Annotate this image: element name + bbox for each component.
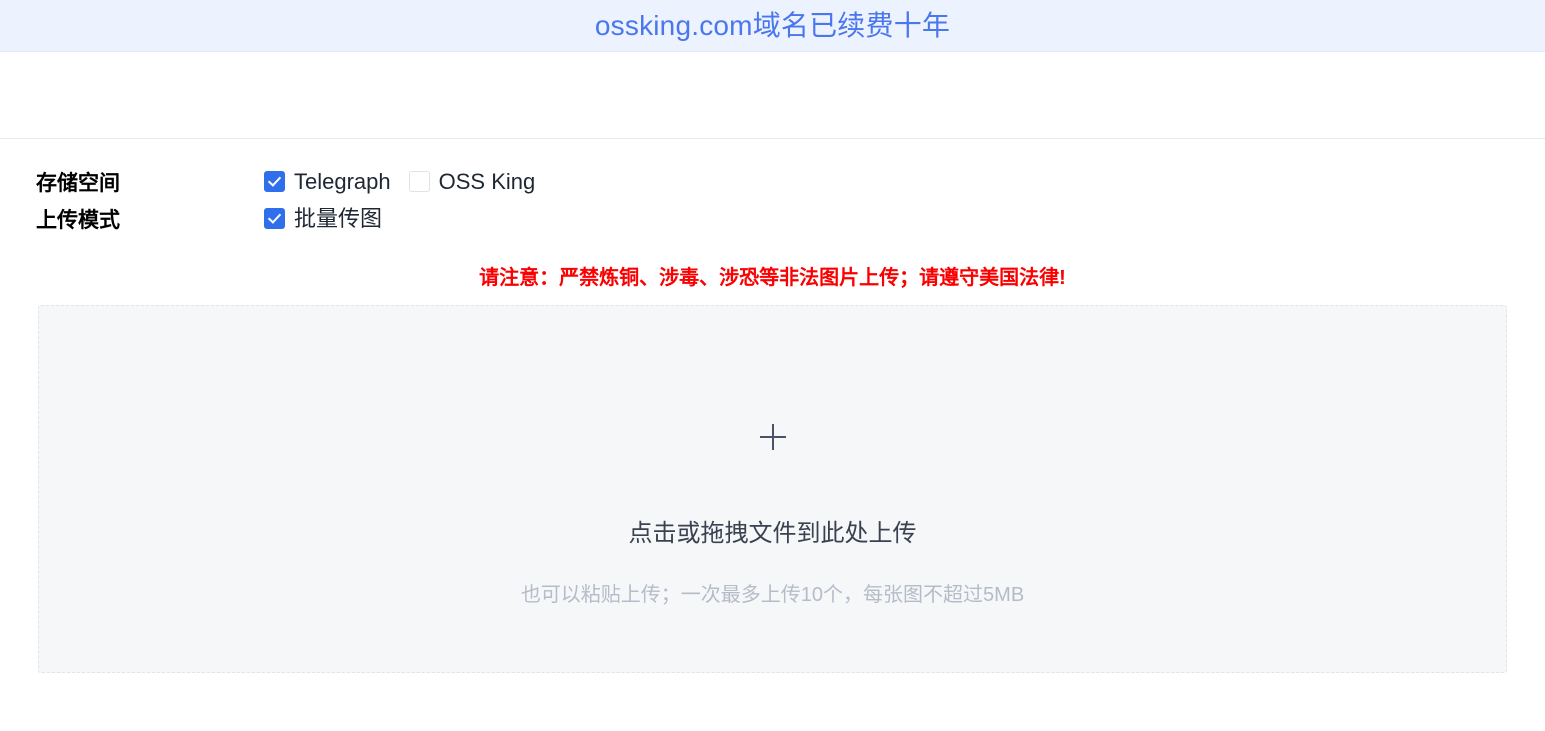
dropzone-main-text: 点击或拖拽文件到此处上传 bbox=[628, 520, 917, 547]
checkbox-batch-upload[interactable]: 批量传图 bbox=[264, 205, 383, 231]
upload-mode-choices: 批量传图 bbox=[264, 205, 383, 231]
nav-band bbox=[0, 52, 1545, 139]
storage-label: 存储空间 bbox=[36, 171, 120, 195]
checkbox-telegraph-box[interactable] bbox=[264, 171, 285, 192]
checkbox-oss-king-box[interactable] bbox=[408, 171, 430, 192]
checkbox-oss-king-label: OSS King bbox=[438, 168, 536, 194]
checkbox-oss-king[interactable]: OSS King bbox=[408, 168, 536, 194]
announcement-text[interactable]: ossking.com域名已续费十年 bbox=[595, 11, 950, 40]
file-dropzone[interactable]: 点击或拖拽文件到此处上传 也可以粘贴上传；一次最多上传10个，每张图不超过5MB bbox=[38, 305, 1507, 673]
checkbox-telegraph[interactable]: Telegraph bbox=[264, 168, 391, 194]
announcement-banner: ossking.com域名已续费十年 bbox=[0, 0, 1545, 52]
dropzone-hint-text: 也可以粘贴上传；一次最多上传10个，每张图不超过5MB bbox=[520, 584, 1025, 606]
upload-mode-label: 上传模式 bbox=[36, 208, 120, 232]
storage-choices: Telegraph OSS King bbox=[264, 168, 536, 194]
checkbox-batch-upload-box[interactable] bbox=[264, 208, 285, 229]
option-row-upload-mode: 上传模式 批量传图 bbox=[0, 200, 1545, 237]
upload-options: 存储空间 Telegraph OSS King 上传模式 批量传图 bbox=[0, 139, 1545, 237]
checkbox-batch-upload-label: 批量传图 bbox=[294, 205, 383, 231]
option-row-storage: 存储空间 Telegraph OSS King bbox=[0, 163, 1545, 200]
main-content: 存储空间 Telegraph OSS King 上传模式 批量传图 请注意：严禁… bbox=[0, 139, 1545, 673]
checkbox-telegraph-label: Telegraph bbox=[294, 168, 391, 194]
dropzone-wrapper: 点击或拖拽文件到此处上传 也可以粘贴上传；一次最多上传10个，每张图不超过5MB bbox=[0, 296, 1545, 673]
plus-icon bbox=[759, 423, 787, 451]
warning-notice: 请注意：严禁炼铜、涉毒、涉恐等非法图片上传；请遵守美国法律! bbox=[479, 267, 1066, 289]
